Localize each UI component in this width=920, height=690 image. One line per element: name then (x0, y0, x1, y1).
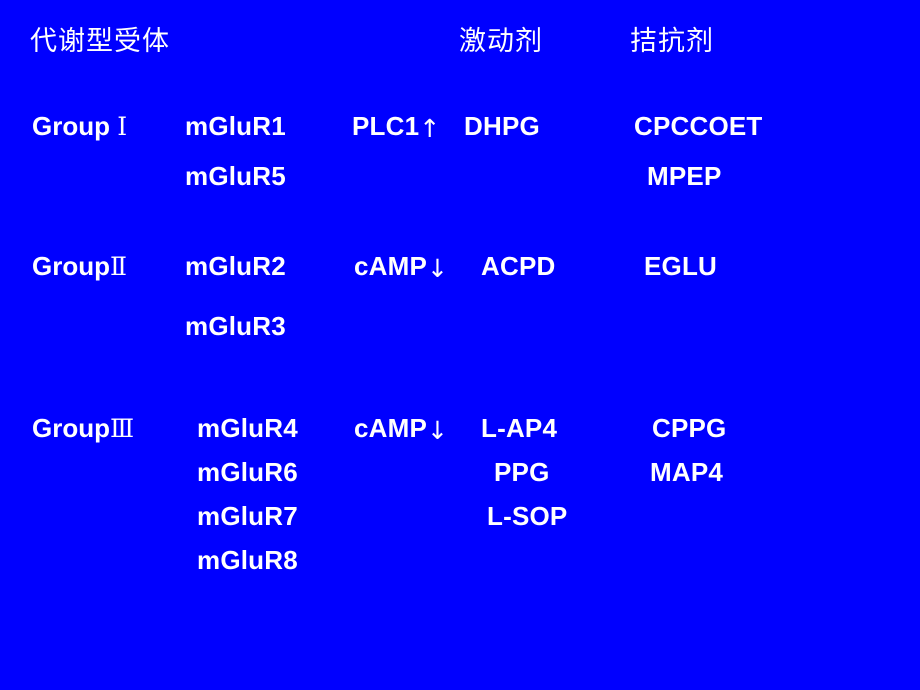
group-1-transduction: PLC1↑ (352, 111, 441, 143)
header-antagonist: 拮抗剂 (630, 26, 714, 57)
group-1-label-text: Group (32, 111, 110, 141)
group-2-transduction: cAMP↓ (354, 251, 449, 283)
group-3-label: GroupⅢ (32, 415, 134, 442)
group-3-agonist-3: L-SOP (487, 501, 568, 531)
group-1-label: Group Ⅰ (32, 113, 127, 140)
group-1-receptor-2: mGluR5 (185, 161, 286, 191)
group-3-label-text: Group (32, 413, 110, 443)
group-3-antagonist-2: MAP4 (650, 457, 724, 487)
slide-canvas: 代谢型受体 激动剂 拮抗剂 Group Ⅰ mGluR1 mGluR5 PLC1… (0, 0, 920, 690)
group-3-numeral: Ⅲ (110, 416, 135, 443)
group-3-receptor-2: mGluR6 (197, 457, 298, 487)
arrow-down-icon: ↓ (427, 416, 449, 445)
group-2-transduction-text: cAMP (354, 251, 428, 281)
group-2-receptor-1: mGluR2 (185, 251, 286, 281)
group-2-receptor-2: mGluR3 (185, 311, 286, 341)
arrow-down-icon: ↓ (427, 254, 449, 283)
group-1-antagonist-2: MPEP (647, 161, 722, 191)
group-3-receptor-4: mGluR8 (197, 545, 298, 575)
group-1-transduction-text: PLC1 (352, 111, 420, 141)
header-agonist: 激动剂 (459, 26, 543, 57)
group-3-receptor-1: mGluR4 (197, 413, 298, 443)
group-2-antagonist-1: EGLU (644, 251, 718, 281)
group-2-label: GroupⅡ (32, 253, 127, 280)
group-3-agonist-2: PPG (494, 457, 550, 487)
group-3-transduction: cAMP↓ (354, 413, 449, 445)
group-3-agonist-1: L-AP4 (481, 413, 558, 443)
group-1-numeral: Ⅰ (117, 114, 128, 141)
group-3-antagonist-1: CPPG (652, 413, 727, 443)
group-2-label-text: Group (32, 251, 110, 281)
group-3-transduction-text: cAMP (354, 413, 428, 443)
arrow-up-icon: ↑ (419, 114, 441, 143)
group-1-receptor-1: mGluR1 (185, 111, 286, 141)
group-2-numeral: Ⅱ (110, 254, 127, 281)
header-receptor-class: 代谢型受体 (30, 26, 170, 57)
group-1-agonist-1: DHPG (464, 111, 540, 141)
group-3-receptor-3: mGluR7 (197, 501, 298, 531)
group-2-agonist-1: ACPD (481, 251, 556, 281)
group-1-antagonist-1: CPCCOET (634, 111, 763, 141)
